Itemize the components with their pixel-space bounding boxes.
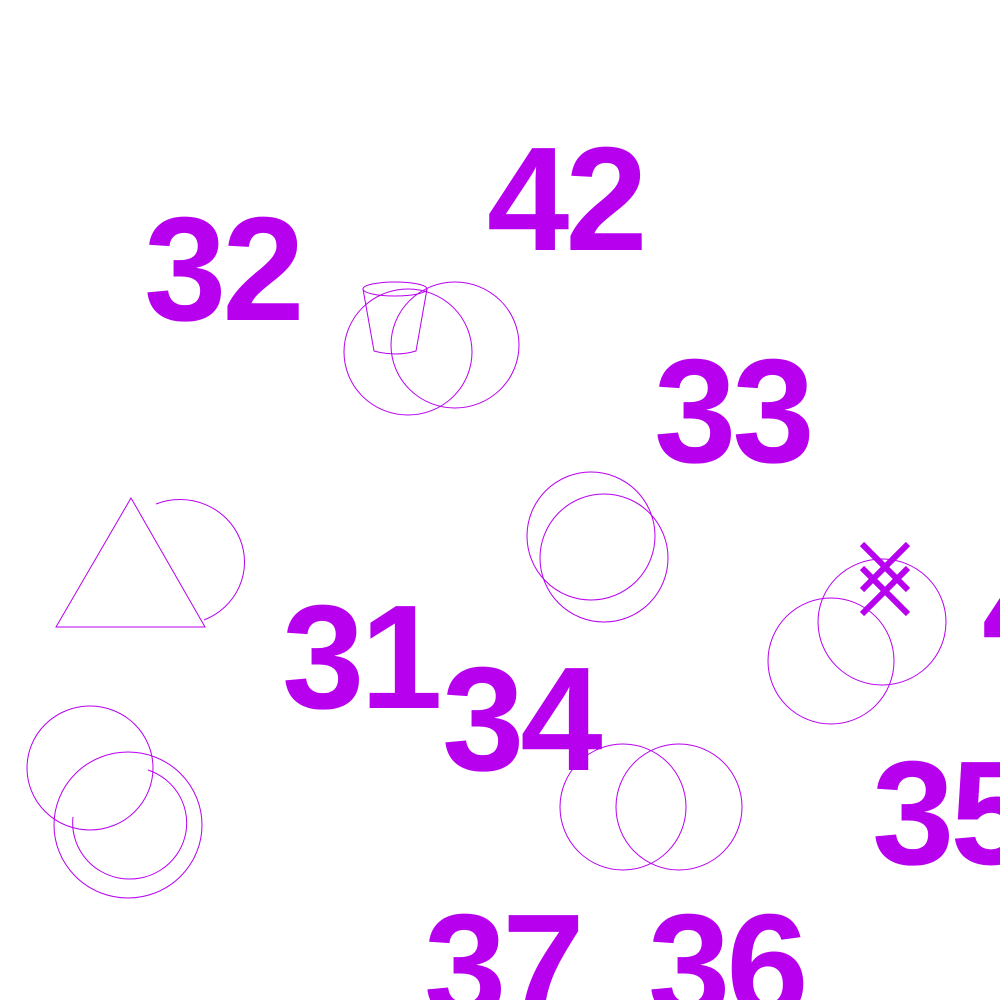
circle-arc-left xyxy=(155,499,245,621)
circle-pair-center xyxy=(526,471,669,623)
number-label: 31 xyxy=(282,575,443,740)
number-label: 37 xyxy=(424,884,585,1000)
circle-pair-bottom-left xyxy=(26,705,203,899)
number-label: 34 xyxy=(442,637,603,802)
circle-pair-top xyxy=(343,281,520,416)
number-label: 4 xyxy=(982,534,1000,682)
number-label: 35 xyxy=(872,731,1000,896)
double-cross-icon xyxy=(859,541,911,617)
cup-icon xyxy=(362,281,428,355)
triangle-icon xyxy=(55,497,206,628)
number-label: 36 xyxy=(648,884,809,1000)
circle-pair-right xyxy=(767,558,947,725)
canvas: 32 42 33 31 34 35 37 36 4 xyxy=(0,0,1000,1000)
number-label: 32 xyxy=(144,187,305,352)
number-label: 42 xyxy=(487,117,648,282)
number-label: 33 xyxy=(654,329,815,494)
